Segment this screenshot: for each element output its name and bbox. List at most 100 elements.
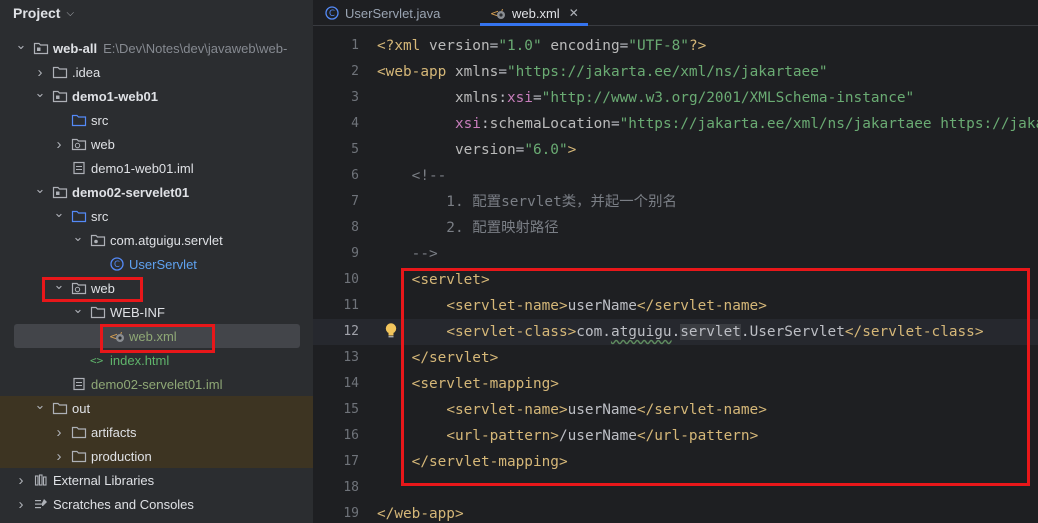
java-class-icon: C [109,256,125,272]
folder-icon [90,304,106,320]
tree-item[interactable]: ⌄ demo02-servelet01 [0,180,313,204]
chevron-down-icon[interactable]: ⌄ [34,397,46,413]
code-token: = [515,142,525,158]
tree-item[interactable]: ›demo02-servelet01.iml [0,372,313,396]
libraries-icon [33,472,49,488]
tree-item-label: Scratches and Consoles [53,496,194,512]
folder-icon [52,64,68,80]
line-number: 2 [351,64,359,79]
code-line[interactable]: --> [377,241,438,267]
line-number: 14 [343,376,359,391]
tree-item-path-hint: E:\Dev\Notes\dev\javaweb\web- [103,40,288,56]
tree-item-label: External Libraries [53,472,155,488]
tab-userservlet-java[interactable]: C UserServlet.java [325,0,440,26]
annotation-box-servlet-config [401,268,1030,486]
line-number: 11 [343,298,359,313]
tree-item-label: web-all [53,40,98,56]
tree-item[interactable]: ⌄ com.atguigu.servlet [0,228,313,252]
tree-item-label: .idea [72,64,101,80]
code-token: <web-app [377,64,455,80]
tree-item-label: artifacts [91,424,137,440]
code-token: <!-- [377,168,447,184]
code-line[interactable]: xsi:schemaLocation="https://jakarta.ee/x… [377,111,1038,137]
code-token: "https://jakarta.ee/xml/ns/jakartaee htt… [619,116,1038,132]
code-token: "6.0" [524,142,568,158]
tree-item[interactable]: ⌄ src [0,204,313,228]
code-token: > [567,142,577,158]
chevron-right-icon[interactable]: › [15,496,27,513]
code-token: : [498,90,507,106]
tree-item[interactable]: › production [0,444,313,468]
tree-item[interactable]: ⌄ WEB-INF [0,300,313,324]
tree-item[interactable]: › Scratches and Consoles [0,492,313,516]
line-number: 3 [351,90,359,105]
code-token: = [489,38,499,54]
chevron-right-icon[interactable]: › [34,64,46,81]
project-header[interactable]: Project ⌵ [0,0,313,26]
line-number: 13 [343,350,359,365]
line-number: 12 [343,324,359,339]
code-line[interactable]: version="6.0"> [377,137,576,163]
tree-item-label: index.html [110,352,170,368]
chevron-down-icon[interactable]: ⌄ [15,37,27,53]
line-number: 15 [343,402,359,417]
tree-item-label: src [91,208,109,224]
chevron-down-icon[interactable]: ⌄ [72,301,84,317]
code-token: --> [377,246,438,262]
tree-item-label: UserServlet [129,256,197,272]
tree-item-label: demo02-servelet01.iml [91,376,223,392]
code-token: xsi [506,90,533,106]
code-line[interactable]: <?xml version="1.0" encoding="UTF-8"?> [377,33,706,59]
chevron-right-icon[interactable]: › [53,424,65,441]
active-tab-indicator [480,23,588,26]
tree-item[interactable]: ›demo1-web01.iml [0,156,313,180]
java-class-icon: C [325,6,339,20]
tree-item[interactable]: ⌄ demo1-web01 [0,84,313,108]
chevron-right-icon[interactable]: › [53,448,65,465]
tree-item-label: demo1-web01.iml [91,160,194,176]
chevron-right-icon[interactable]: › [15,472,27,489]
tree-item[interactable]: › .idea [0,60,313,84]
tree-item[interactable]: › External Libraries [0,468,313,492]
tree-item-label: com.atguigu.servlet [110,232,223,248]
svg-text:C: C [329,9,335,19]
tree-item[interactable]: › web [0,132,313,156]
tree-item[interactable]: ›CUserServlet [0,252,313,276]
folder-icon [52,400,68,416]
close-icon[interactable]: ✕ [569,6,579,20]
code-line[interactable]: <!-- [377,163,447,189]
code-token: = [498,64,507,80]
module-folder-icon [52,88,68,104]
tree-item[interactable]: ⌄ out [0,396,313,420]
chevron-right-icon[interactable]: › [53,136,65,153]
folder-icon [71,424,87,440]
code-line[interactable]: 2. 配置映射路径 [377,215,559,241]
code-token: = [610,116,620,132]
html-file-icon: <> [90,352,106,368]
chevron-down-icon[interactable]: ⌄ [34,85,46,101]
line-number: 4 [351,116,359,131]
chevron-down-icon[interactable]: ⌵ [66,8,74,19]
code-line[interactable]: </web-app> [377,501,464,523]
line-number: 7 [351,194,359,209]
chevron-down-icon[interactable]: ⌄ [34,181,46,197]
line-number: 19 [343,506,359,521]
code-token: 2. 配置映射路径 [377,220,559,236]
code-line[interactable]: 1. 配置servlet类，并起一个别名 [377,189,677,215]
chevron-down-icon[interactable]: ⌄ [53,205,65,221]
code-token: : [480,116,490,132]
code-line[interactable]: xmlns:xsi="http://www.w3.org/2001/XMLSch… [377,85,914,111]
tree-item-label: production [91,448,152,464]
tree-item[interactable]: ›src [0,108,313,132]
code-token: <?xml [377,38,429,54]
tree-item[interactable]: ⌄ web-all E:\Dev\Notes\dev\javaweb\web- [0,36,313,60]
code-token: "UTF-8" [628,38,689,54]
tree-item[interactable]: › artifacts [0,420,313,444]
tree-item-label: web [91,136,115,152]
chevron-down-icon[interactable]: ⌄ [72,229,84,245]
code-line[interactable]: <web-app xmlns="https://jakarta.ee/xml/n… [377,59,828,85]
line-number-gutter: 1 2 3 4 5 6 7 8 9 10 11 12 13 14 15 16 17 18 19 [313,33,375,523]
code-token: encoding [550,38,620,54]
